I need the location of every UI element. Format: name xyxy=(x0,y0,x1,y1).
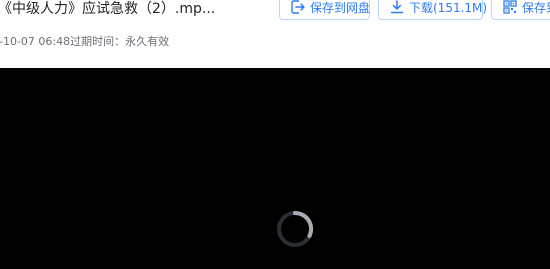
download-label: 下载(151.1M) xyxy=(409,0,488,15)
save-qr-label: 保存到 xyxy=(522,0,550,15)
download-icon xyxy=(389,0,405,15)
qr-code-icon xyxy=(502,0,518,15)
file-title: 《中级人力》应试急救（2）.mp... xyxy=(0,1,216,17)
video-player[interactable] xyxy=(0,68,550,269)
loading-spinner-icon xyxy=(275,209,315,249)
save-to-drive-label: 保存到网盘 xyxy=(310,0,371,15)
share-header: 《中级人力》应试急救（2）.mp... -10-07 06:48过期时间：永久有… xyxy=(0,0,550,68)
save-to-drive-button[interactable]: 保存到网盘 xyxy=(279,0,370,20)
file-meta: -10-07 06:48过期时间：永久有效 xyxy=(0,35,170,48)
save-qr-button[interactable]: 保存到 xyxy=(491,0,550,20)
download-button[interactable]: 下载(151.1M) xyxy=(378,0,487,20)
save-to-drive-icon xyxy=(290,0,306,15)
